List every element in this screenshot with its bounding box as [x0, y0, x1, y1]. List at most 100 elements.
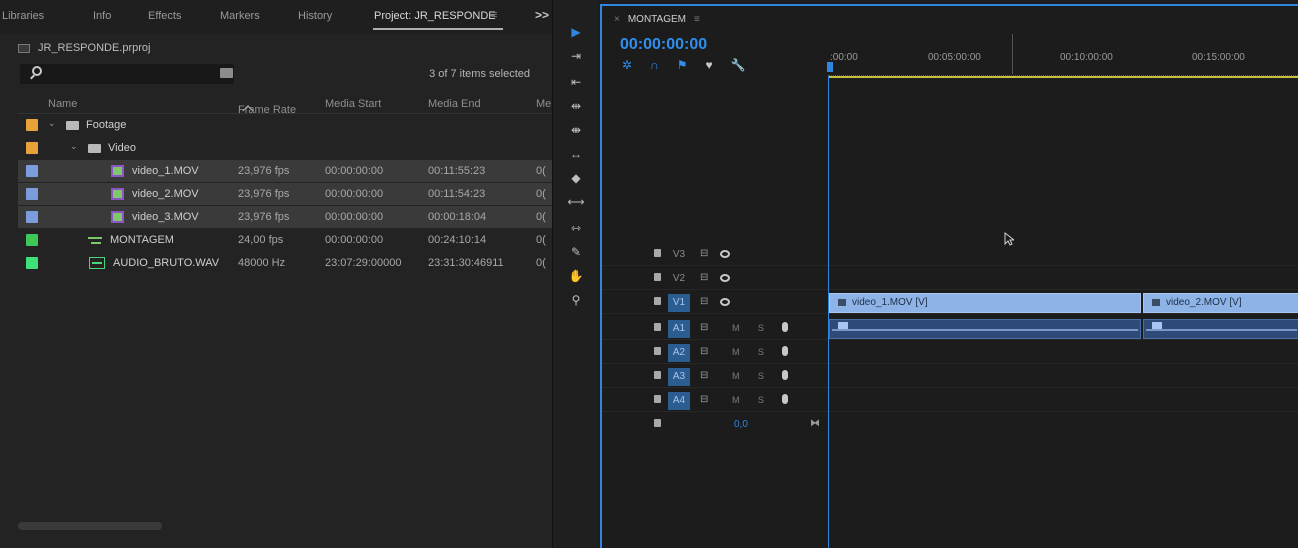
solo-button[interactable]: S [758, 323, 764, 333]
track-target-a4[interactable]: A4 [668, 392, 690, 410]
mute-button[interactable]: M [732, 371, 740, 381]
track-target-v1[interactable]: V1 [668, 294, 690, 312]
razor-icon[interactable]: ◆ [565, 168, 587, 188]
folder-row[interactable]: ⌄ Video [18, 137, 552, 159]
add-marker-icon[interactable]: ♥ [705, 58, 712, 72]
lock-icon[interactable] [654, 249, 661, 257]
playhead-timecode[interactable]: 00:00:00:00 [620, 36, 707, 54]
track-target-a3[interactable]: A3 [668, 368, 690, 386]
selection-tool-icon[interactable]: ▶ [565, 22, 587, 42]
chevron-down-icon[interactable]: ⌄ [48, 118, 56, 129]
track-area-a4[interactable] [829, 390, 1298, 412]
rolling-edit-icon[interactable]: ⇼ [565, 120, 587, 140]
wrench-icon[interactable]: 🔧 [731, 58, 746, 72]
time-ruler[interactable]: :00:00 00:05:00:00 00:10:00:00 00:15:00:… [828, 34, 1298, 80]
sync-lock-icon[interactable]: ⊟ [700, 394, 708, 405]
snap-icon[interactable]: ∩ [650, 58, 659, 72]
tab-markers[interactable]: Markers [220, 10, 260, 22]
audio-clip[interactable] [1143, 319, 1298, 339]
track-area-v2[interactable] [829, 268, 1298, 290]
tab-sequence[interactable]: × MONTAGEM ≡ [614, 14, 700, 25]
panel-menu-icon[interactable]: ≡ [694, 14, 700, 25]
new-bin-icon[interactable] [220, 68, 233, 78]
tab-history[interactable]: History [298, 10, 332, 22]
tab-overflow-button[interactable]: >> [535, 8, 549, 22]
label-color-swatch[interactable] [26, 165, 38, 177]
slip-icon[interactable]: ⟷ [565, 192, 587, 212]
list-item[interactable]: video_1.MOV 23,976 fps 00:00:00:00 00:11:55… [18, 160, 552, 182]
solo-button[interactable]: S [758, 395, 764, 405]
go-to-end-icon[interactable]: ⧓ [810, 418, 820, 429]
chevron-down-icon[interactable]: ⌄ [70, 141, 78, 152]
label-color-swatch[interactable] [26, 188, 38, 200]
work-area-bar[interactable] [828, 76, 1298, 78]
tab-libraries[interactable]: Libraries [2, 10, 44, 22]
label-color-swatch[interactable] [26, 119, 38, 131]
microphone-icon[interactable] [782, 322, 788, 332]
track-select-forward-icon[interactable]: ⇥ [565, 46, 587, 66]
video-clip[interactable]: video_2.MOV [V] [1143, 293, 1298, 313]
tab-project[interactable]: Project: JR_RESPONDE [374, 10, 496, 22]
label-color-swatch[interactable] [26, 142, 38, 154]
track-area-a1[interactable] [829, 318, 1298, 340]
eye-icon[interactable] [720, 250, 730, 258]
playhead-handle[interactable] [827, 62, 833, 72]
horizontal-scrollbar[interactable] [18, 522, 162, 530]
list-item[interactable]: MONTAGEM 24,00 fps 00:00:00:00 00:24:10:14 0… [18, 229, 552, 251]
list-item[interactable]: AUDIO_BRUTO.WAV 48000 Hz 23:07:29:00000 23:… [18, 252, 552, 274]
zoom-icon[interactable]: ⚲ [565, 290, 587, 310]
linked-selection-icon[interactable]: ⚑ [677, 58, 688, 72]
column-media-start[interactable]: Media Start [325, 98, 381, 110]
eye-icon[interactable] [720, 298, 730, 306]
track-select-backward-icon[interactable]: ⇤ [565, 72, 587, 92]
lock-icon[interactable] [654, 419, 661, 427]
video-clip[interactable]: video_1.MOV [V] [829, 293, 1141, 313]
tab-info[interactable]: Info [93, 10, 111, 22]
sync-lock-icon[interactable]: ⊟ [700, 322, 708, 333]
lock-icon[interactable] [654, 395, 661, 403]
rate-stretch-icon[interactable]: ↔ [565, 144, 587, 164]
search-input[interactable] [20, 64, 234, 84]
nest-icon[interactable]: ✲ [622, 58, 632, 72]
lock-icon[interactable] [654, 297, 661, 305]
label-color-swatch[interactable] [26, 257, 38, 269]
sync-lock-icon[interactable]: ⊟ [700, 248, 708, 259]
track-area-v3[interactable] [829, 244, 1298, 266]
panel-menu-icon[interactable]: ≡ [491, 9, 497, 21]
track-area-a3[interactable] [829, 366, 1298, 388]
pen-icon[interactable]: ✎ [565, 242, 587, 262]
label-color-swatch[interactable] [26, 234, 38, 246]
sync-lock-icon[interactable]: ⊟ [700, 346, 708, 357]
lock-icon[interactable] [654, 371, 661, 379]
solo-button[interactable]: S [758, 371, 764, 381]
folder-row[interactable]: ⌄ Footage [18, 114, 552, 136]
track-target-v2[interactable]: V2 [668, 270, 690, 288]
slide-icon[interactable]: ⇿ [565, 218, 587, 238]
track-area-v1[interactable]: video_1.MOV [V] video_2.MOV [V] [829, 292, 1298, 314]
list-item[interactable]: video_2.MOV 23,976 fps 00:00:00:00 00:11:54… [18, 183, 552, 205]
mute-button[interactable]: M [732, 347, 740, 357]
label-color-swatch[interactable] [26, 211, 38, 223]
track-area-a2[interactable] [829, 342, 1298, 364]
lock-icon[interactable] [654, 273, 661, 281]
lock-icon[interactable] [654, 323, 661, 331]
microphone-icon[interactable] [782, 394, 788, 404]
column-more[interactable]: Me [536, 98, 551, 110]
track-target-v3[interactable]: V3 [668, 246, 690, 264]
sync-lock-icon[interactable]: ⊟ [700, 370, 708, 381]
column-media-end[interactable]: Media End [428, 98, 481, 110]
mute-button[interactable]: M [732, 323, 740, 333]
lock-icon[interactable] [654, 347, 661, 355]
solo-button[interactable]: S [758, 347, 764, 357]
track-target-a2[interactable]: A2 [668, 344, 690, 362]
sync-lock-icon[interactable]: ⊟ [700, 296, 708, 307]
close-icon[interactable]: × [614, 14, 620, 25]
mute-button[interactable]: M [732, 395, 740, 405]
column-name[interactable]: Name [48, 98, 77, 110]
ripple-edit-icon[interactable]: ⇹ [565, 96, 587, 116]
sync-lock-icon[interactable]: ⊟ [700, 272, 708, 283]
tab-effects[interactable]: Effects [148, 10, 181, 22]
eye-icon[interactable] [720, 274, 730, 282]
audio-clip[interactable] [829, 319, 1141, 339]
master-volume[interactable]: 0,0 [734, 419, 748, 430]
